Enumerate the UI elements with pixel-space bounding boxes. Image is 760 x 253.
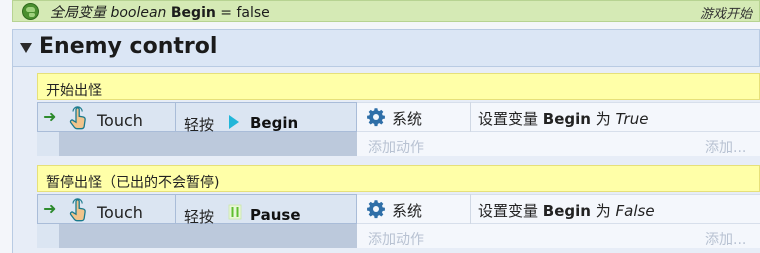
add-more-link[interactable]: 添加...: [705, 137, 746, 157]
condition-object-name: Touch: [97, 111, 143, 130]
condition-margin: [37, 224, 59, 248]
global-variable-type: boolean: [110, 5, 167, 21]
action-value: True: [615, 110, 649, 128]
action-value: False: [615, 202, 655, 220]
event-comment[interactable]: 暂停出怪（已出的不会暂停): [37, 165, 760, 192]
condition-divider: [175, 102, 176, 132]
global-variable-prefix: 全局变量: [50, 5, 106, 21]
action-object-name: 系统: [392, 110, 423, 128]
action-middle: 为: [595, 202, 611, 220]
event-arrow-icon: ➜: [43, 107, 57, 126]
play-icon: [229, 115, 239, 129]
action-text: 设置变量 Begin 为 True: [478, 108, 648, 129]
pause-icon: [228, 204, 242, 220]
group-title: Enemy control: [39, 34, 218, 59]
event-arrow-icon: ➜: [43, 199, 57, 218]
touch-hand-icon: [69, 198, 86, 222]
action-variable: Begin: [542, 202, 591, 220]
condition-animation-name: Begin: [250, 114, 299, 132]
condition-footer: [59, 132, 357, 156]
condition-footer: [59, 224, 357, 248]
action-variable: Begin: [542, 110, 591, 128]
event-comment[interactable]: 开始出怪: [37, 73, 760, 100]
condition-margin: [37, 132, 59, 156]
action-object-name: 系统: [392, 202, 423, 220]
condition-divider: [175, 194, 176, 224]
add-more-link[interactable]: 添加...: [705, 229, 746, 249]
global-variable-comment: 游戏开始: [699, 7, 752, 22]
condition-text: 轻按: [184, 116, 215, 134]
action-divider: [470, 194, 471, 224]
action-divider: [470, 102, 471, 132]
add-action-link[interactable]: 添加动作: [368, 229, 424, 249]
action-prefix: 设置变量: [478, 110, 539, 128]
action-text: 设置变量 Begin 为 False: [478, 200, 655, 221]
add-action-link[interactable]: 添加动作: [368, 137, 424, 157]
action-middle: 为: [595, 110, 611, 128]
condition-object-name: Touch: [97, 203, 143, 222]
condition-text: 轻按: [184, 208, 215, 226]
global-variable-name: Begin: [170, 5, 216, 21]
gear-icon: [367, 108, 385, 127]
gear-icon: [367, 200, 385, 219]
action-prefix: 设置变量: [478, 202, 539, 220]
collapse-arrow-icon[interactable]: [20, 43, 32, 53]
condition-animation-name: Pause: [250, 206, 301, 224]
touch-hand-icon: [69, 106, 86, 130]
global-variable-assignment: = false: [220, 5, 270, 21]
globe-icon: [22, 3, 39, 20]
global-variable-text: 全局变量 boolean Begin = false: [50, 2, 270, 22]
